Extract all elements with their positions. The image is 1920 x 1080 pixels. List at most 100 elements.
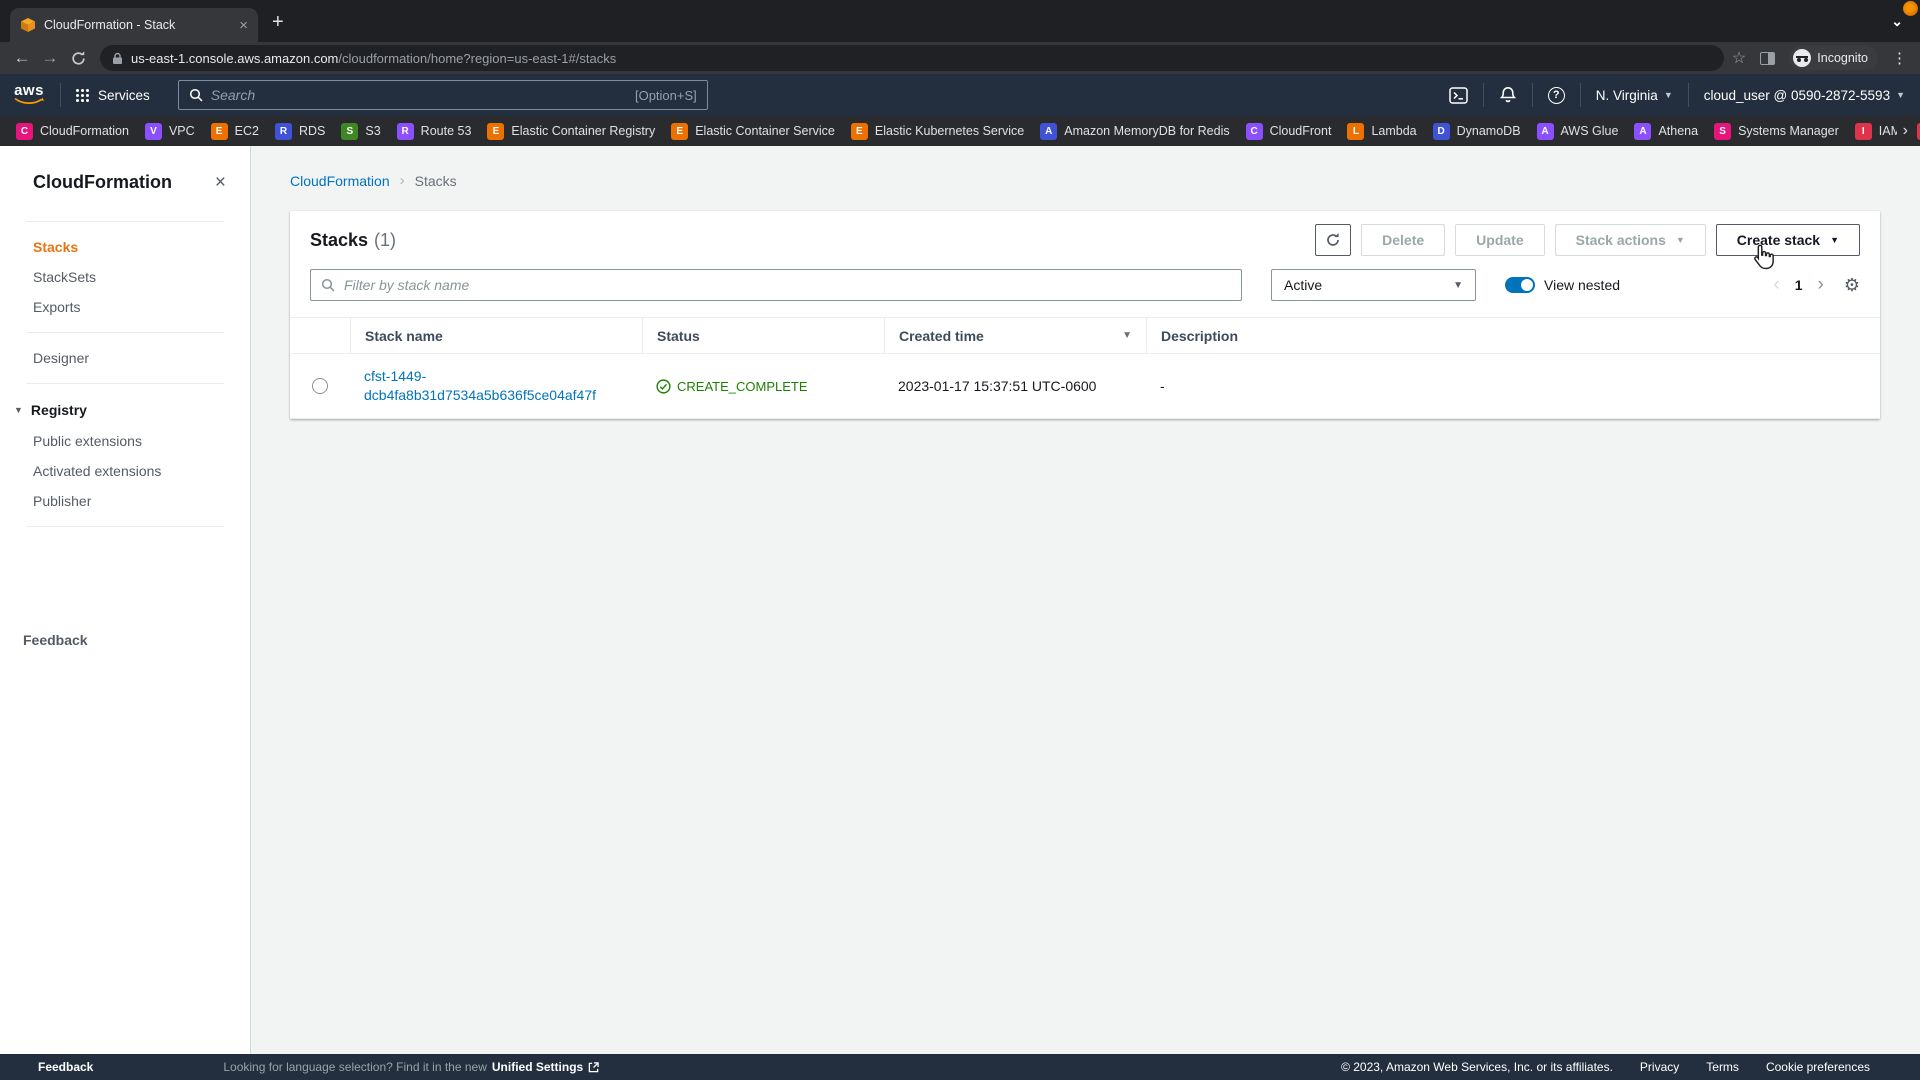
aws-search-input[interactable]: Search [Option+S] xyxy=(178,80,708,110)
status-filter-select[interactable]: Active ▼ xyxy=(1271,269,1476,301)
lock-icon xyxy=(112,52,123,65)
create-stack-caret-icon: ▼ xyxy=(1830,235,1839,245)
section-expand-icon: ▼ xyxy=(14,405,23,415)
bookmark-favicon-icon: R xyxy=(275,123,292,140)
sidebar-feedback-link[interactable]: Feedback xyxy=(23,632,88,648)
side-panel-icon[interactable] xyxy=(1760,52,1775,65)
bookmark-elastic-container-registry[interactable]: EElastic Container Registry xyxy=(479,120,663,143)
browser-tab-strip: CloudFormation - Stack × + ⌄ xyxy=(0,0,1920,42)
description-cell: - xyxy=(1146,378,1880,394)
bookmark-cloudfront[interactable]: CCloudFront xyxy=(1238,120,1340,143)
breadcrumb-cloudformation-link[interactable]: CloudFormation xyxy=(290,173,390,189)
bookmark-star-icon[interactable]: ☆ xyxy=(1732,48,1746,68)
bell-icon xyxy=(1499,86,1517,104)
browser-menu-icon[interactable]: ⋮ xyxy=(1892,49,1908,67)
forward-icon[interactable]: → xyxy=(36,48,64,68)
create-stack-button[interactable]: Create stack ▼ xyxy=(1716,224,1860,256)
sidebar-item-activated-extensions[interactable]: Activated extensions xyxy=(0,456,250,486)
aws-nav-bar: aws Services Search [Option+S] xyxy=(0,74,1920,116)
footer-terms-link[interactable]: Terms xyxy=(1706,1060,1739,1074)
page-prev-icon[interactable]: ‹ xyxy=(1773,274,1779,296)
table-settings-gear-icon[interactable]: ⚙ xyxy=(1844,275,1860,296)
page-number[interactable]: 1 xyxy=(1795,277,1803,293)
pagination: ‹ 1 › xyxy=(1773,274,1823,296)
bookmark-ec2[interactable]: EEC2 xyxy=(203,120,267,143)
bookmark-elastic-container-service[interactable]: E Elastic Container Service xyxy=(663,120,843,143)
table-row: cfst-1449-dcb4fa8b31d7534a5b636f5ce04af4… xyxy=(290,354,1880,419)
bookmark-athena[interactable]: AAthena xyxy=(1626,120,1706,143)
help-button[interactable]: ? xyxy=(1533,74,1580,116)
account-label: cloud_user @ 0590-2872-5593 xyxy=(1704,88,1890,103)
sidebar-item-publisher[interactable]: Publisher xyxy=(0,486,250,516)
bookmark-label: Elastic Container Service xyxy=(695,124,835,138)
status-filter-value: Active xyxy=(1284,277,1322,293)
sidebar-title: CloudFormation xyxy=(33,172,215,193)
account-menu[interactable]: cloud_user @ 0590-2872-5593 ▼ xyxy=(1689,74,1920,116)
bookmark-elastic-kubernetes-service[interactable]: EElastic Kubernetes Service xyxy=(843,120,1032,143)
view-nested-toggle[interactable] xyxy=(1505,277,1535,293)
reload-icon[interactable] xyxy=(64,50,92,67)
bookmark-route-53[interactable]: RRoute 53 xyxy=(389,120,480,143)
bookmark-label: RDS xyxy=(299,124,325,138)
sidebar-item-public-extensions[interactable]: Public extensions xyxy=(0,426,250,456)
region-selector[interactable]: N. Virginia ▼ xyxy=(1581,74,1688,116)
bookmark-favicon-icon: C xyxy=(16,123,33,140)
cloudshell-button[interactable] xyxy=(1434,74,1483,116)
bookmark-amazon-memorydb-for-redis[interactable]: AAmazon MemoryDB for Redis xyxy=(1032,120,1237,143)
back-icon[interactable]: ← xyxy=(8,48,36,68)
search-icon xyxy=(189,88,203,102)
bookmark-favicon-icon: S xyxy=(341,123,358,140)
created-time-sort-icon[interactable]: ▼ xyxy=(1122,330,1132,341)
console-footer: Feedback Looking for language selection?… xyxy=(0,1054,1920,1080)
stack-name-link[interactable]: cfst-1449-dcb4fa8b31d7534a5b636f5ce04af4… xyxy=(364,367,596,405)
bookmark-favicon-icon: E xyxy=(671,123,688,140)
browser-toolbar: ← → us-east-1.console.aws.amazon.com/clo… xyxy=(0,42,1920,74)
bookmark-rds[interactable]: R RDS xyxy=(267,120,333,143)
footer-feedback-link[interactable]: Feedback xyxy=(38,1060,93,1074)
tab-title: CloudFormation - Stack xyxy=(44,18,231,32)
footer-language-text: Looking for language selection? Find it … xyxy=(223,1060,599,1074)
delete-button[interactable]: Delete xyxy=(1361,224,1445,256)
incognito-spy-icon xyxy=(1793,49,1811,67)
url-bar[interactable]: us-east-1.console.aws.amazon.com/cloudfo… xyxy=(100,45,1724,71)
sidebar-item-exports[interactable]: Exports xyxy=(0,292,250,322)
sidebar-item-stacks[interactable]: Stacks xyxy=(0,232,250,262)
sidebar-item-stacksets[interactable]: StackSets xyxy=(0,262,250,292)
bookmark-dynamodb[interactable]: DDynamoDB xyxy=(1425,120,1529,143)
bookmark-s3[interactable]: SS3 xyxy=(333,120,388,143)
notifications-button[interactable] xyxy=(1484,74,1532,116)
new-tab-button[interactable]: + xyxy=(272,11,284,34)
bookmark-label: CloudFront xyxy=(1270,124,1332,138)
services-menu[interactable]: Services xyxy=(61,88,164,103)
unified-settings-link[interactable]: Unified Settings xyxy=(492,1060,583,1074)
bookmark-systems-manager[interactable]: SSystems Manager xyxy=(1706,120,1847,143)
footer-privacy-link[interactable]: Privacy xyxy=(1640,1060,1679,1074)
column-header-description: Description xyxy=(1146,318,1880,353)
bookmark-label: Systems Manager xyxy=(1738,124,1839,138)
region-caret-icon: ▼ xyxy=(1664,90,1673,100)
stack-filter-input[interactable]: Filter by stack name xyxy=(310,269,1242,301)
incognito-badge: Incognito xyxy=(1789,46,1878,70)
tab-close-icon[interactable]: × xyxy=(239,18,248,33)
sidebar-item-designer[interactable]: Designer xyxy=(0,343,250,373)
refresh-button[interactable] xyxy=(1315,224,1351,256)
row-radio-button[interactable] xyxy=(312,378,328,394)
sidebar-close-icon[interactable]: × xyxy=(215,173,226,192)
aws-smile-icon xyxy=(14,97,44,106)
overlay-chevron-icon[interactable]: ⌄ xyxy=(1891,13,1903,30)
browser-tab[interactable]: CloudFormation - Stack × xyxy=(10,8,258,42)
aws-logo[interactable]: aws xyxy=(0,85,60,106)
page-next-icon[interactable]: › xyxy=(1818,274,1824,296)
footer-cookie-link[interactable]: Cookie preferences xyxy=(1766,1060,1870,1074)
sidebar-section-registry[interactable]: ▼Registry xyxy=(0,394,250,426)
update-button[interactable]: Update xyxy=(1455,224,1544,256)
bookmark-favicon-icon: E xyxy=(851,123,868,140)
bookmark-aws-glue[interactable]: AAWS Glue xyxy=(1529,120,1627,143)
bookmark-cloudformation[interactable]: CCloudFormation xyxy=(8,120,137,143)
bookmarks-overflow-icon[interactable]: › xyxy=(1897,116,1914,146)
bookmark-vpc[interactable]: VVPC xyxy=(137,120,203,143)
url-path: /cloudformation/home?region=us-east-1#/s… xyxy=(338,51,616,66)
column-header-created-time[interactable]: Created time▼ xyxy=(884,318,1146,353)
bookmark-lambda[interactable]: LLambda xyxy=(1339,120,1424,143)
stack-actions-button[interactable]: Stack actions ▼ xyxy=(1555,224,1706,256)
